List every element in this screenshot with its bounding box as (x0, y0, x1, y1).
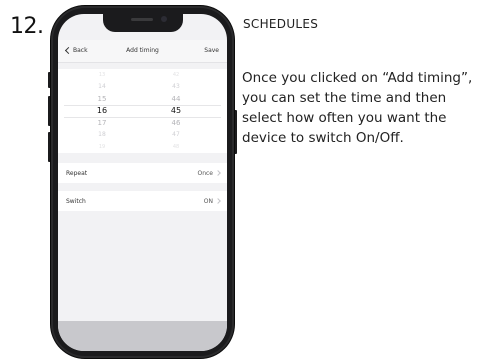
chevron-right-icon (215, 198, 221, 204)
hour-wheel[interactable]: 13 14 15 16 17 18 19 (82, 69, 122, 153)
picker-option[interactable]: 42 (156, 69, 196, 81)
save-button[interactable]: Save (204, 47, 219, 54)
step-number: 12. (10, 14, 44, 39)
picker-option[interactable]: 18 (82, 129, 122, 141)
screen-title: Add timing (126, 47, 159, 54)
section-heading: SCHEDULES (243, 17, 319, 31)
phone-screen: Back Add timing Save 13 14 15 16 17 18 1… (58, 14, 227, 351)
picker-option[interactable]: 44 (156, 93, 196, 105)
picker-option[interactable]: 17 (82, 117, 122, 129)
repeat-setting-row[interactable]: Repeat Once (58, 163, 227, 183)
picker-option[interactable]: 13 (82, 69, 122, 81)
speaker-grille (131, 18, 153, 21)
switch-value: ON (203, 198, 213, 205)
picker-option[interactable]: 47 (156, 129, 196, 141)
time-picker[interactable]: 13 14 15 16 17 18 19 42 43 44 45 46 47 4… (58, 69, 227, 153)
bottom-bar (58, 321, 227, 351)
phone-power-button (234, 110, 237, 154)
picker-option[interactable]: 48 (156, 141, 196, 153)
picker-option[interactable]: 43 (156, 81, 196, 93)
picker-selected-hour[interactable]: 16 (82, 105, 122, 117)
phone-notch (103, 14, 183, 32)
picker-option[interactable]: 19 (82, 141, 122, 153)
repeat-label: Repeat (66, 170, 88, 177)
switch-setting-row[interactable]: Switch ON (58, 191, 227, 211)
repeat-value: Once (197, 170, 213, 177)
picker-option[interactable]: 15 (82, 93, 122, 105)
front-camera-icon (161, 16, 167, 22)
chevron-right-icon (215, 170, 221, 176)
picker-option[interactable]: 14 (82, 81, 122, 93)
picker-selected-minute[interactable]: 45 (156, 105, 196, 117)
nav-bar: Back Add timing Save (58, 40, 227, 63)
minute-wheel[interactable]: 42 43 44 45 46 47 48 (156, 69, 196, 153)
switch-label: Switch (66, 198, 86, 205)
picker-option[interactable]: 46 (156, 117, 196, 129)
instruction-text: Once you clicked on “Add timing”, you ca… (242, 70, 473, 146)
